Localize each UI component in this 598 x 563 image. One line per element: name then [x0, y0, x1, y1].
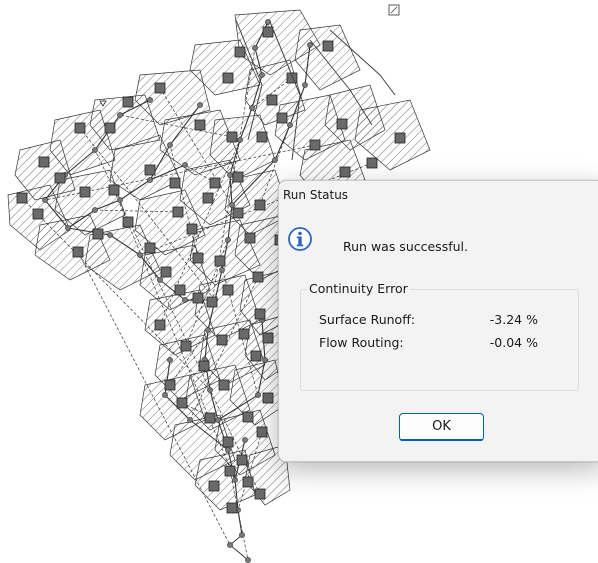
dialog-title: Run Status	[283, 188, 349, 202]
surface-runoff-label: Surface Runoff:	[319, 312, 416, 327]
flow-routing-value: -0.04 %	[489, 335, 538, 350]
info-icon	[288, 227, 312, 251]
app-stage: Run Status Run was successful. Continuit…	[0, 0, 598, 563]
surface-runoff-value: -3.24 %	[489, 312, 538, 327]
run-status-dialog: Run Status Run was successful. Continuit…	[278, 180, 598, 462]
flow-routing-label: Flow Routing:	[319, 335, 404, 350]
status-message: Run was successful.	[343, 239, 468, 254]
ok-button[interactable]: OK	[399, 413, 484, 441]
continuity-error-group: Continuity Error Surface Runoff: -3.24 %…	[300, 281, 579, 391]
group-title: Continuity Error	[307, 281, 410, 296]
